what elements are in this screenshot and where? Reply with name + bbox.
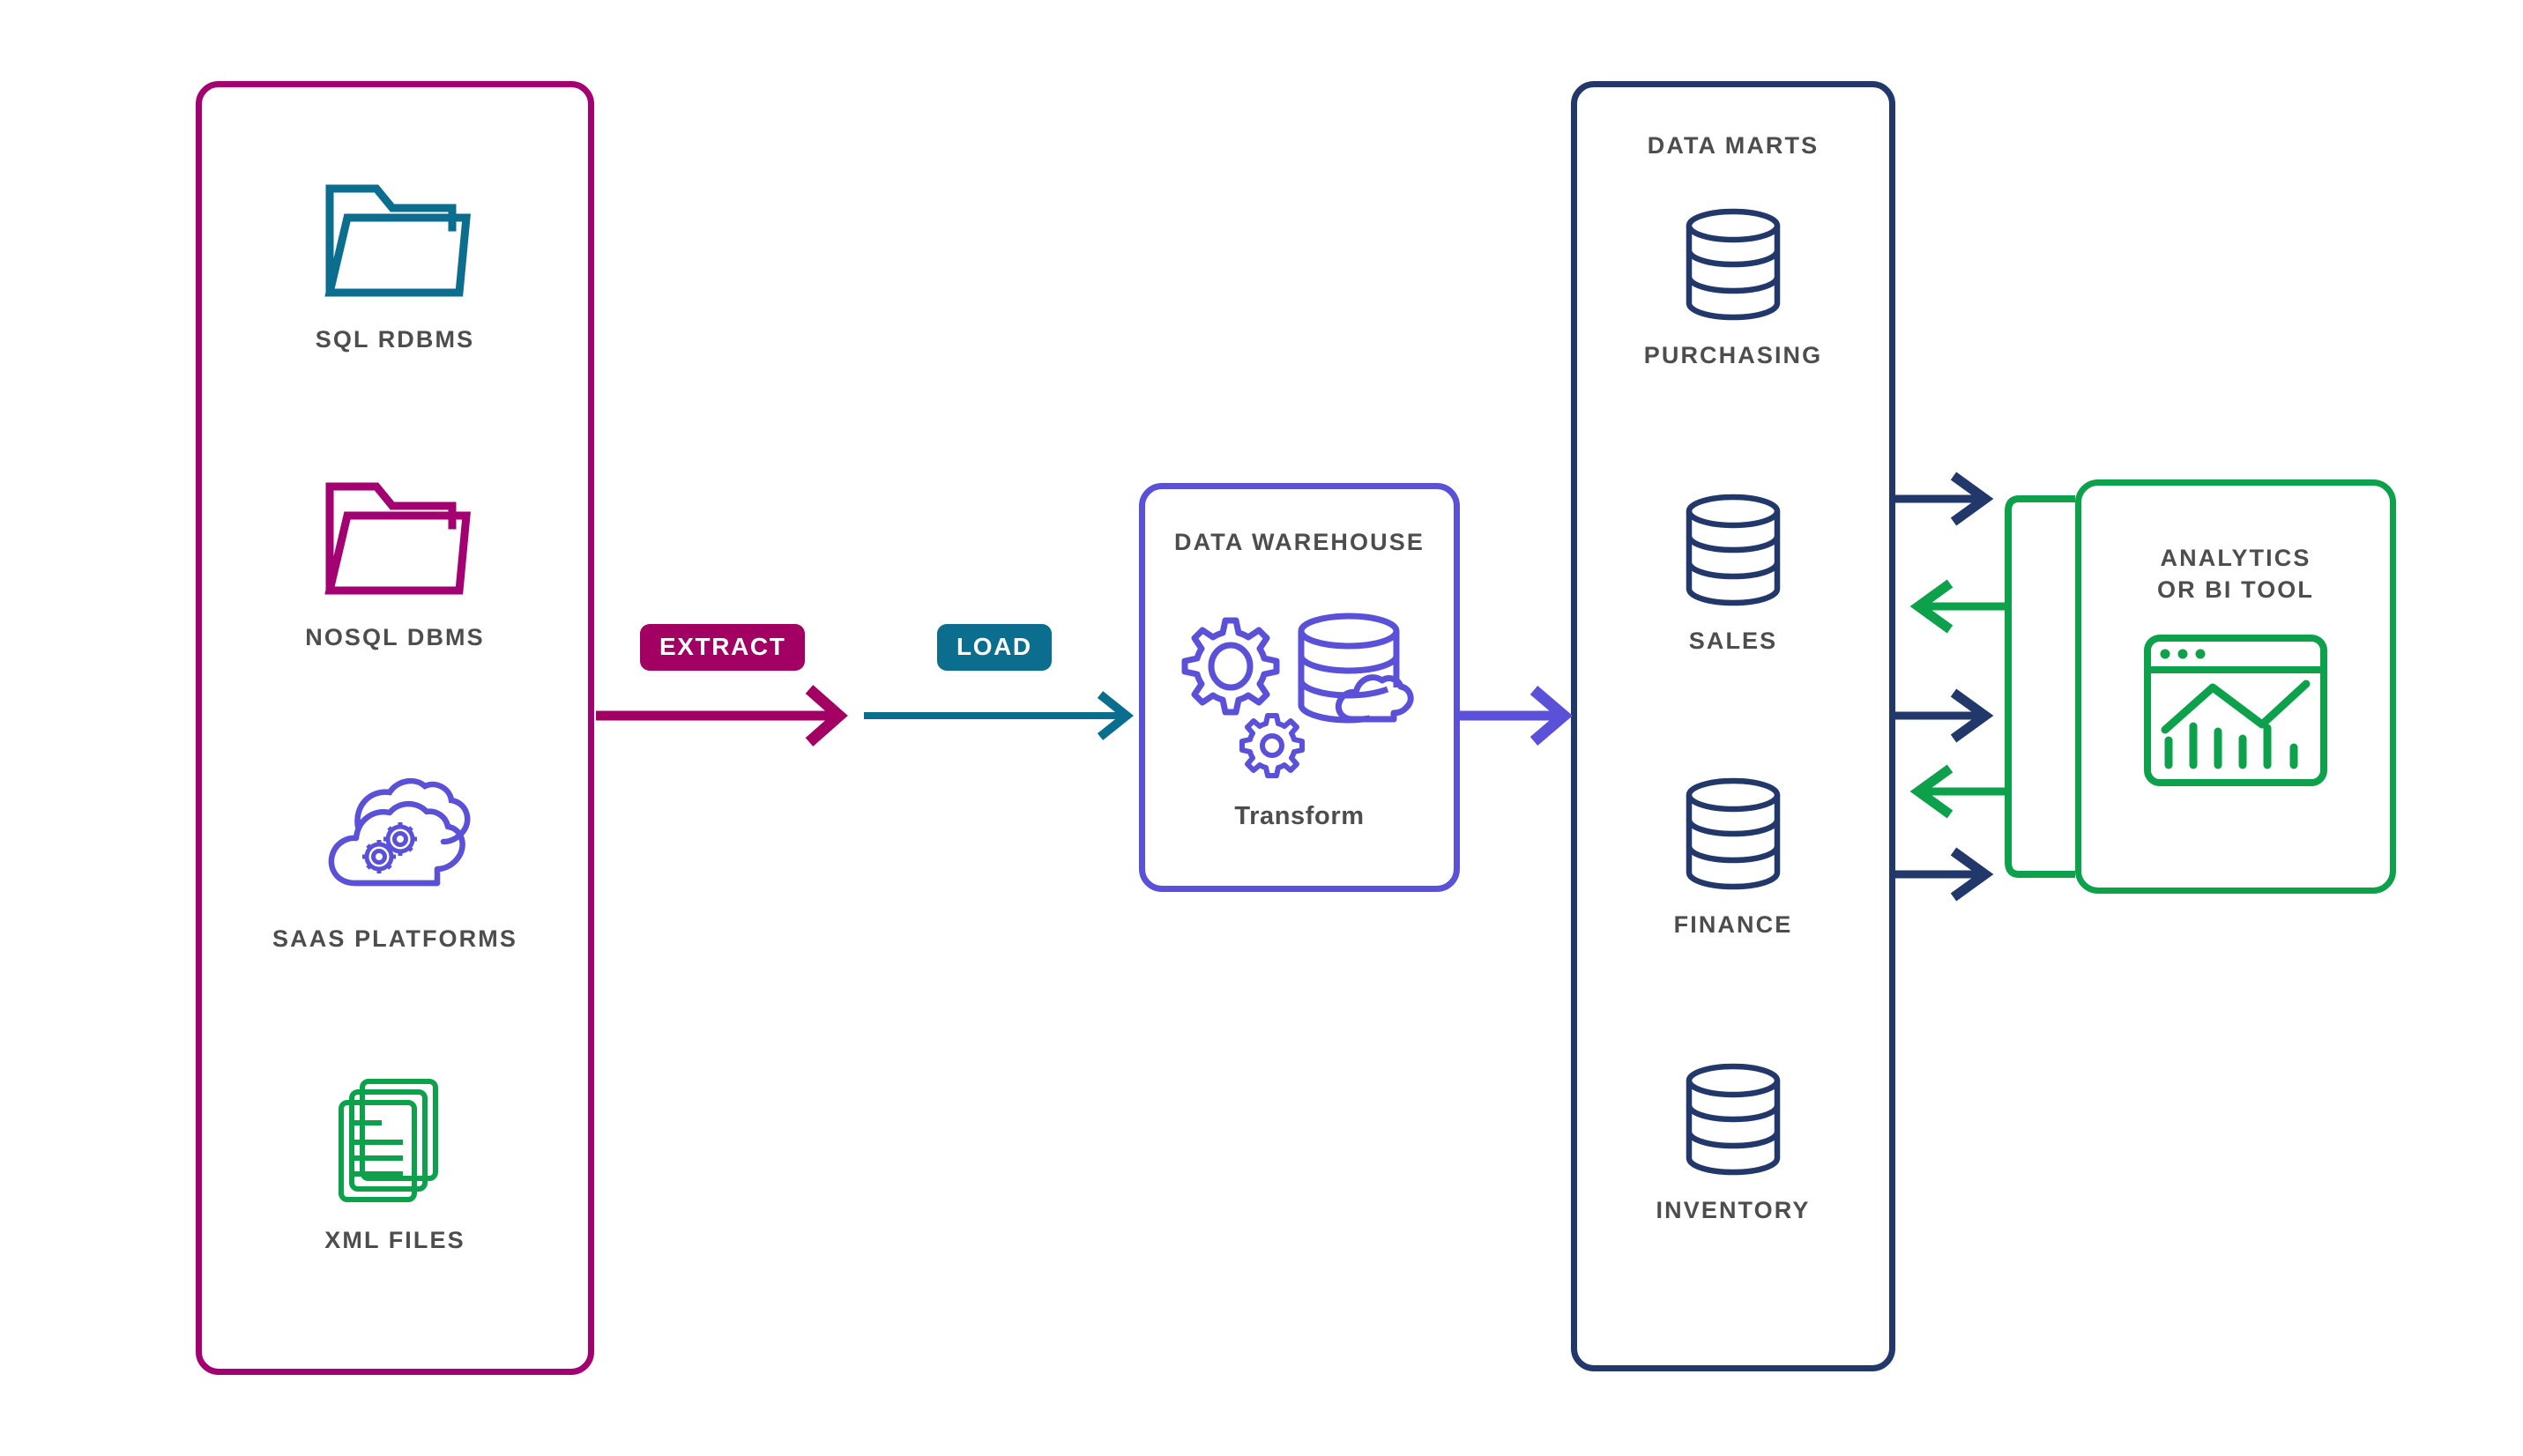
documents-stack-icon xyxy=(196,1068,594,1218)
database-cylinder-icon xyxy=(1571,772,1895,895)
marts-to-bi-arrow-2 xyxy=(1895,688,1994,743)
source-item-saas-platforms[interactable]: SAAS PLATFORMS xyxy=(196,767,594,953)
data-marts-title: DATA MARTS xyxy=(1647,132,1820,159)
bi-bus-line xyxy=(2005,495,2075,878)
cloud-gears-icon xyxy=(196,767,594,917)
mart-item-purchasing[interactable]: PURCHASING xyxy=(1571,203,1895,369)
folder-icon xyxy=(196,465,594,615)
load-arrow xyxy=(864,691,1135,740)
source-label: XML FILES xyxy=(324,1227,465,1253)
bi-tool-title: ANALYTICS OR BI TOOL xyxy=(2075,543,2396,605)
mart-label: FINANCE xyxy=(1673,911,1793,938)
mart-label: SALES xyxy=(1688,628,1778,654)
stage-badge-load[interactable]: LOAD xyxy=(937,624,1052,671)
chart-window-icon xyxy=(2075,633,2396,788)
marts-to-bi-arrow-1 xyxy=(1895,472,1994,526)
diagram-canvas: SQL RDBMS NOSQL DBMS SAAS PLATFORMS XML … xyxy=(0,0,2523,1456)
marts-to-bi-arrow-3 xyxy=(1895,847,1994,902)
extract-arrow xyxy=(596,685,848,747)
database-cylinder-icon xyxy=(1571,203,1895,326)
database-cylinder-icon xyxy=(1571,488,1895,612)
database-cylinder-icon xyxy=(1571,1058,1895,1181)
source-label: SQL RDBMS xyxy=(315,326,475,353)
bi-to-marts-arrow-2 xyxy=(1909,764,2008,819)
mart-item-finance[interactable]: FINANCE xyxy=(1571,772,1895,939)
folder-icon xyxy=(196,167,594,317)
bi-tool-title-line1: ANALYTICS xyxy=(2160,545,2311,571)
bi-tool-title-line2: OR BI TOOL xyxy=(2156,576,2314,603)
stage-badge-extract[interactable]: EXTRACT xyxy=(640,624,806,671)
mart-item-sales[interactable]: SALES xyxy=(1571,488,1895,655)
source-label: NOSQL DBMS xyxy=(305,624,485,650)
warehouse-to-marts-arrow xyxy=(1460,686,1574,746)
mart-label: PURCHASING xyxy=(1643,342,1823,368)
warehouse-transform-label: Transform xyxy=(1234,802,1365,830)
bi-to-marts-arrow-1 xyxy=(1909,579,2008,634)
source-item-xml-files[interactable]: XML FILES xyxy=(196,1068,594,1254)
warehouse-icons xyxy=(1139,606,1460,783)
source-item-nosql-dbms[interactable]: NOSQL DBMS xyxy=(196,465,594,651)
source-item-sql-rdbms[interactable]: SQL RDBMS xyxy=(196,167,594,353)
data-warehouse-title: DATA WAREHOUSE xyxy=(1174,529,1425,555)
mart-item-inventory[interactable]: INVENTORY xyxy=(1571,1058,1895,1224)
source-label: SAAS PLATFORMS xyxy=(272,925,517,952)
mart-label: INVENTORY xyxy=(1656,1197,1811,1223)
